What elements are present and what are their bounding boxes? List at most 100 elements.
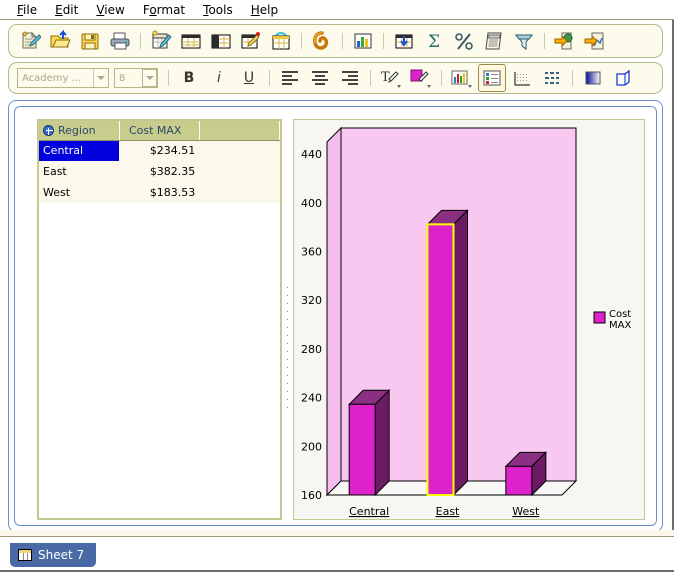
data-labels-icon[interactable] — [538, 64, 566, 92]
menu-bar: File Edit View Format Tools Help — [0, 0, 674, 20]
toolbar-separator — [269, 70, 270, 86]
save-icon[interactable] — [76, 27, 104, 55]
application-window: File Edit View Format Tools Help — [0, 0, 674, 572]
chart-icon[interactable] — [349, 27, 377, 55]
sort-icon[interactable] — [390, 27, 418, 55]
pivot-table-icon[interactable] — [267, 27, 295, 55]
x-axis-category-label[interactable]: West — [512, 505, 540, 518]
toolbar-separator — [168, 70, 169, 86]
print-icon[interactable] — [106, 27, 134, 55]
sheet-tab-label: Sheet 7 — [38, 548, 84, 562]
align-center-icon[interactable] — [306, 64, 334, 92]
cell-cost[interactable]: $234.51 — [119, 140, 199, 161]
cell-region[interactable]: East — [39, 161, 119, 182]
align-right-icon[interactable] — [336, 64, 364, 92]
font-size-select[interactable]: 8 — [114, 68, 158, 88]
bar-side-face — [375, 390, 389, 495]
menu-item-file[interactable]: File — [8, 2, 46, 18]
document-area: Region Cost MAX Central $234.51 — [8, 100, 663, 532]
table-row[interactable]: West $183.53 — [39, 182, 280, 203]
x-axis-category-label[interactable]: East — [436, 505, 460, 518]
sheet-tab-sheet7[interactable]: Sheet 7 — [10, 543, 96, 567]
cell-blank — [199, 182, 279, 203]
export-web-icon[interactable] — [551, 27, 579, 55]
chart-type-icon[interactable] — [448, 64, 476, 92]
toolbar-separator — [301, 33, 302, 49]
panel-splitter[interactable] — [285, 287, 290, 417]
underline-label: U — [244, 70, 254, 86]
cell-cost[interactable]: $183.53 — [119, 182, 199, 203]
table-icon[interactable] — [177, 27, 205, 55]
x-axis-category-label[interactable]: Central — [349, 505, 389, 518]
y-axis-tick-label: 160 — [301, 489, 322, 502]
cell-cost[interactable]: $382.35 — [119, 161, 199, 182]
bar-east[interactable] — [428, 210, 468, 495]
svg-text:Σ: Σ — [428, 32, 440, 52]
font-color-icon[interactable]: T — [377, 64, 405, 92]
column-header-cost-max[interactable]: Cost MAX — [119, 121, 199, 140]
menu-item-tools[interactable]: Tools — [194, 2, 242, 18]
document-inner: Region Cost MAX Central $234.51 — [14, 106, 657, 526]
chart-panel[interactable]: 160200240280320360400440CentralEastWestC… — [293, 119, 645, 520]
sheet-tab-bar: Sheet 7 — [0, 536, 674, 570]
table-columns-icon[interactable] — [207, 27, 235, 55]
new-icon[interactable] — [16, 27, 44, 55]
y-axis-tick-label: 280 — [301, 343, 322, 356]
three-d-icon[interactable] — [609, 64, 637, 92]
data-table-panel[interactable]: Region Cost MAX Central $234.51 — [37, 119, 282, 520]
sum-icon[interactable]: Σ — [420, 27, 448, 55]
bar-front-face[interactable] — [506, 466, 532, 495]
legend-label-line2: MAX — [609, 320, 631, 331]
cell-region[interactable]: West — [39, 182, 119, 203]
cell-blank — [199, 161, 279, 182]
toolbar-separator — [441, 70, 442, 86]
gridlines-icon[interactable] — [508, 64, 536, 92]
legend-label-line1: Cost — [609, 309, 631, 320]
y-axis-tick-label: 400 — [301, 197, 322, 210]
percent-icon[interactable] — [450, 27, 478, 55]
menu-item-format[interactable]: Format — [134, 2, 194, 18]
expand-icon[interactable] — [43, 125, 54, 136]
y-axis-tick-label: 240 — [301, 392, 322, 405]
toolbar-separator — [544, 33, 545, 49]
table-row[interactable]: Central $234.51 — [39, 140, 280, 161]
calculator-icon[interactable] — [480, 27, 508, 55]
data-table: Region Cost MAX Central $234.51 — [39, 121, 280, 203]
chevron-down-icon[interactable] — [93, 69, 108, 87]
legend-swatch — [594, 312, 605, 323]
column-header-cost-max-label: Cost MAX — [129, 124, 182, 137]
italic-button[interactable]: i — [204, 66, 234, 90]
new-query-icon[interactable] — [147, 27, 175, 55]
table-row[interactable]: East $382.35 — [39, 161, 280, 182]
fill-color-icon[interactable] — [407, 64, 435, 92]
edit-table-icon[interactable] — [237, 27, 265, 55]
bold-label: B — [184, 70, 195, 86]
main-toolbar: Σ — [8, 24, 663, 58]
menu-item-help[interactable]: Help — [242, 2, 287, 18]
menu-item-view[interactable]: View — [87, 2, 133, 18]
font-family-select[interactable]: Academy ... — [17, 68, 109, 88]
filter-icon[interactable] — [510, 27, 538, 55]
chevron-down-icon[interactable] — [142, 69, 157, 87]
align-left-icon[interactable] — [276, 64, 304, 92]
legend-icon[interactable] — [478, 64, 506, 92]
undo-icon[interactable] — [308, 27, 336, 55]
formatting-toolbar: Academy ... 8 B i U — [8, 62, 663, 94]
column-header-region-label: Region — [58, 124, 96, 137]
bar-front-face[interactable] — [349, 404, 375, 495]
column-header-region[interactable]: Region — [39, 121, 119, 140]
bar-chart[interactable]: 160200240280320360400440CentralEastWestC… — [294, 120, 644, 519]
underline-button[interactable]: U — [234, 66, 264, 90]
y-axis-tick-label: 360 — [301, 246, 322, 259]
column-header-blank — [199, 121, 279, 140]
toolbar-separator — [370, 70, 371, 86]
menu-item-edit[interactable]: Edit — [46, 2, 87, 18]
export-image-icon[interactable] — [581, 27, 609, 55]
bar-central[interactable] — [349, 390, 389, 495]
toolbar-separator — [383, 33, 384, 49]
gradient-icon[interactable] — [579, 64, 607, 92]
cell-region[interactable]: Central — [39, 140, 119, 161]
bar-front-face[interactable] — [428, 224, 454, 495]
open-icon[interactable] — [46, 27, 74, 55]
bold-button[interactable]: B — [174, 66, 204, 90]
